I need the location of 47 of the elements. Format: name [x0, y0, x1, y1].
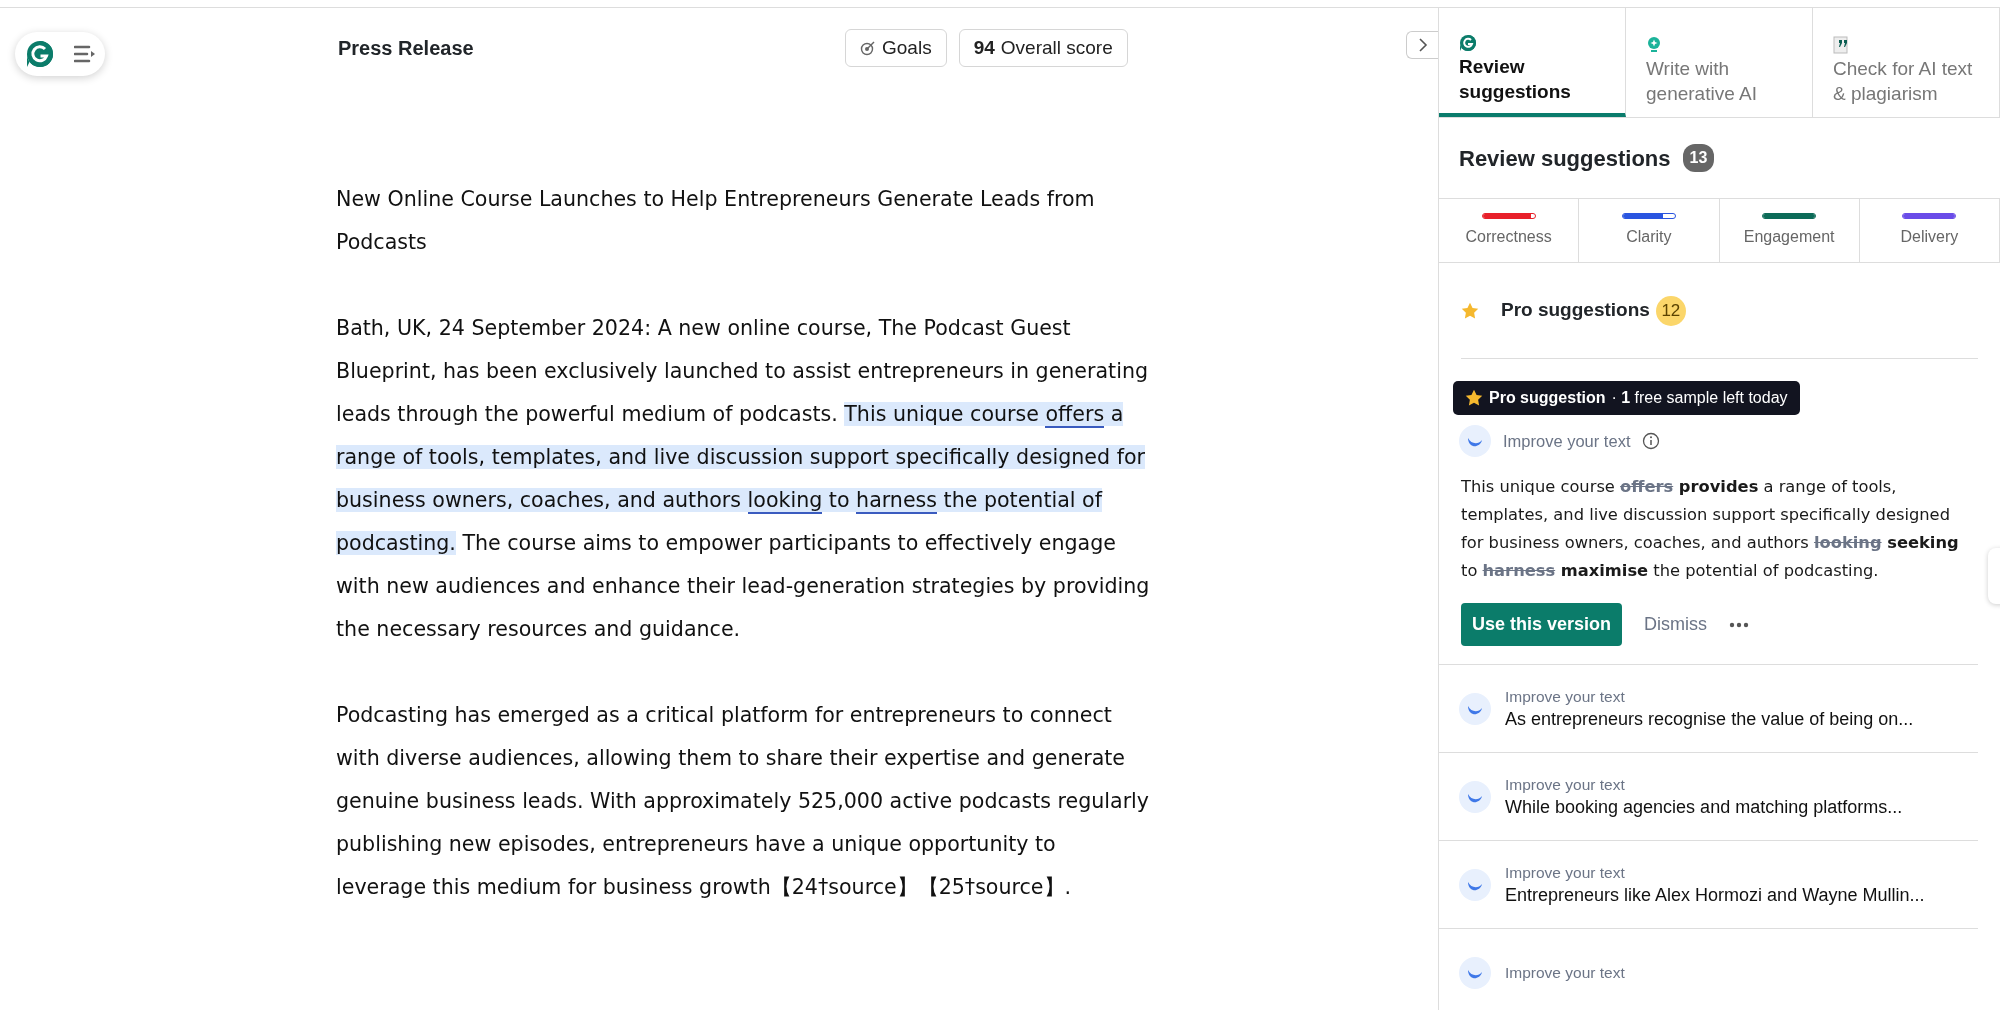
use-version-button[interactable]: Use this version [1461, 603, 1623, 646]
more-button[interactable] [1729, 621, 1750, 628]
suggestion-icon [1459, 692, 1491, 725]
star-icon [1461, 301, 1479, 320]
banner-title: Pro suggestion [1489, 388, 1606, 408]
g-logo-icon [1459, 33, 1477, 52]
menu-icon[interactable] [73, 45, 96, 63]
suggestion-count: 13 [1682, 144, 1715, 173]
suggestion-icon [1459, 956, 1491, 989]
suggestion-item[interactable]: Improve your text [1439, 929, 1978, 1010]
suggestion-preview: Entrepreneurs like Alex Hormozi and Wayne Mullin... [1505, 883, 1925, 907]
suggestion-type: Improve your text [1505, 962, 1625, 983]
suggestion-icon [1459, 868, 1491, 901]
collapse-button[interactable] [1406, 31, 1438, 59]
panel-heading: Review suggestions [1459, 144, 1671, 173]
banner-note: · 1 free sample left today [1611, 388, 1788, 408]
grammarly-widget[interactable] [15, 32, 105, 76]
info-icon[interactable] [1642, 432, 1661, 450]
target-icon [860, 40, 876, 56]
suggestion-type: Improve your text [1505, 862, 1626, 883]
suggestion-preview: While booking agencies and matching platforms... [1505, 795, 1903, 819]
more-icon [1729, 621, 1750, 628]
chevron-right-icon [1417, 37, 1428, 53]
quote-icon [1833, 35, 1851, 54]
pro-suggestions-label: Pro suggestions [1501, 298, 1650, 323]
paragraph: New Online Course Launches to Help Entrepreneurs Generate Leads from Podcasts [336, 186, 1096, 256]
suggestion-type: Improve your text [1505, 686, 1626, 707]
paragraph: Bath, UK, 24 September 2024: A new online course, The Podcast Guest Blueprint, has been exclusively launched to assist entrepreneurs in generating leads through the powerful medium of podcasts. This unique course offers a range of tools, templates, and live discussion support specifically designed for business owners, coaches, and authors looking to harness the potential of podcasting. The course aims to empower participants to effectively engage with new audiences and enhance their lead-generation strategies by providing the necessary resources and guidance. [336, 315, 1150, 643]
suggestion-type: Improve your text [1505, 774, 1626, 795]
star-icon [1465, 389, 1483, 407]
suggestion-type: Improve your text [1503, 430, 1631, 452]
suggestion-text: This unique course offers provides a range of tools, templates, and live discussion support specifically designed for business owners, coaches, and authors looking seeking to harness maximise the potential of podcasting. [1461, 476, 1960, 582]
suggestion-item[interactable]: Improve your text As entrepreneurs recognise the value of being on... [1439, 665, 1978, 753]
document-title: Press Release [338, 36, 475, 61]
panel-tab[interactable]: Review suggestions [1439, 8, 1626, 117]
suggestion-icon [1459, 425, 1491, 457]
lightbulb-icon [1646, 35, 1662, 54]
paragraph: Podcasting has emerged as a critical platform for entrepreneurs to connect with diverse audiences, allowing them to share their expertise and generate genuine business leads. With approximately 525,000 active podcasts regularly publishing new episodes, entrepreneurs have a unique opportunity to leverage this medium for business growth【24†source】【25†source】. [336, 702, 1150, 901]
pro-count: 12 [1655, 295, 1686, 326]
suggestion-item[interactable]: Improve your text While booking agencies and matching platforms... [1439, 753, 1978, 841]
suggestion-icon [1459, 780, 1491, 813]
suggestion-preview: As entrepreneurs recognise the value of being on... [1505, 707, 1914, 731]
suggestion-item[interactable]: Improve your text Entrepreneurs like Alex Hormozi and Wayne Mullin... [1439, 841, 1978, 929]
goals-button[interactable]: Goals [845, 28, 947, 68]
dismiss-button[interactable]: Dismiss [1644, 611, 1708, 638]
logo-icon [24, 39, 55, 69]
overall-score-button[interactable]: 94 Overall score [958, 28, 1128, 68]
